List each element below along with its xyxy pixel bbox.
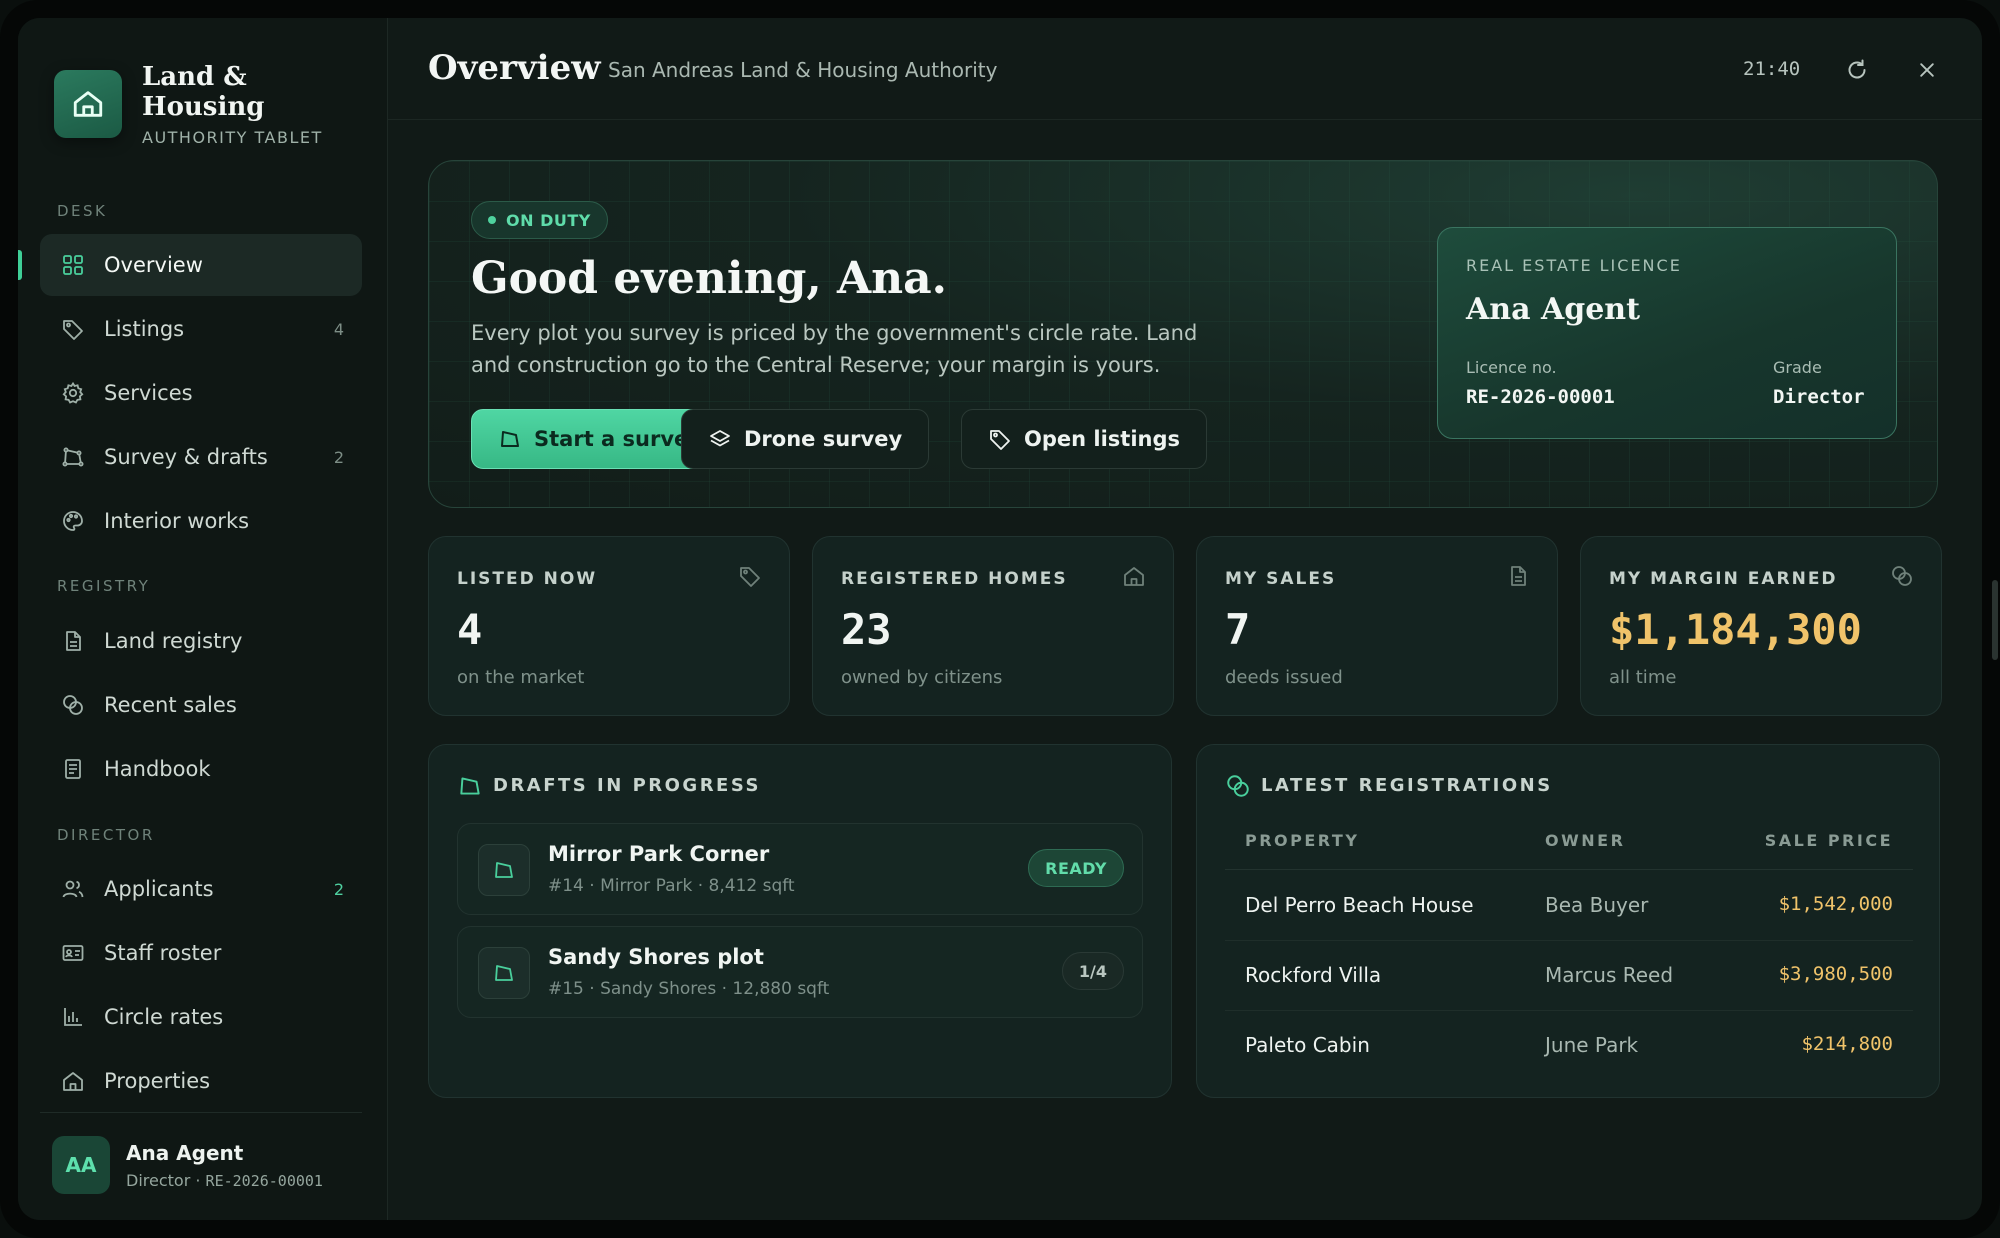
open-listings-label: Open listings xyxy=(1024,427,1181,451)
cell-price: $214,800 xyxy=(1801,1033,1893,1055)
licence-no-label: Licence no. xyxy=(1466,358,1557,377)
main-content: Overview San Andreas Land & Housing Auth… xyxy=(18,18,1982,1220)
column-header-property: PROPERTY xyxy=(1245,831,1360,850)
stat-label: REGISTERED HOMES xyxy=(841,569,1068,589)
stat-label: MY SALES xyxy=(1225,569,1337,589)
house-icon xyxy=(1119,561,1149,591)
draft-meta: #15 · Sandy Shores · 12,880 sqft xyxy=(548,979,830,999)
status-dot-icon xyxy=(488,216,496,224)
licence-label: REAL ESTATE LICENCE xyxy=(1466,256,1682,275)
draft-item[interactable]: Sandy Shores plot #15 · Sandy Shores · 1… xyxy=(457,926,1143,1018)
cell-property: Del Perro Beach House xyxy=(1245,893,1474,917)
survey-icon xyxy=(478,947,530,999)
survey-icon xyxy=(501,431,519,447)
status-badge: ON DUTY xyxy=(471,201,608,239)
stat-note: on the market xyxy=(457,667,585,688)
survey-icon xyxy=(460,777,480,795)
app-screen: Land & Housing AUTHORITY TABLET DESK Ove… xyxy=(18,18,1982,1220)
column-header-sale-price: SALE PRICE xyxy=(1764,831,1893,850)
grade-value: Director xyxy=(1773,386,1865,408)
tablet-edge-handle xyxy=(1992,580,1998,660)
stat-value: 23 xyxy=(841,605,892,654)
cell-property: Paleto Cabin xyxy=(1245,1033,1370,1057)
stat-note: owned by citizens xyxy=(841,667,1003,688)
stat-value: 7 xyxy=(1225,605,1251,654)
stat-value: 4 xyxy=(457,605,483,654)
drafts-title: DRAFTS IN PROGRESS xyxy=(493,775,761,796)
column-header-owner: OWNER xyxy=(1545,831,1626,850)
page-title: Overview xyxy=(428,48,601,88)
table-row[interactable]: Paleto Cabin June Park $214,800 xyxy=(1225,1011,1913,1081)
start-survey-label: Start a survey xyxy=(534,427,702,451)
licence-card: REAL ESTATE LICENCE Ana Agent Licence no… xyxy=(1437,227,1897,439)
status-label: ON DUTY xyxy=(506,210,591,230)
greeting: Good evening, Ana. xyxy=(471,253,947,304)
document-icon xyxy=(1503,561,1533,591)
draft-meta: #14 · Mirror Park · 8,412 sqft xyxy=(548,876,795,896)
draft-item[interactable]: Mirror Park Corner #14 · Mirror Park · 8… xyxy=(457,823,1143,915)
refresh-icon xyxy=(1848,59,1866,79)
drafts-panel: DRAFTS IN PROGRESS Mirror Park Corner #1… xyxy=(428,744,1172,1098)
drone-survey-button[interactable]: Drone survey xyxy=(681,409,930,469)
registrations-title: LATEST REGISTRATIONS xyxy=(1261,775,1553,796)
cell-price: $3,980,500 xyxy=(1778,963,1893,985)
table-row[interactable]: Rockford Villa Marcus Reed $3,980,500 xyxy=(1225,941,1913,1011)
cell-owner: June Park xyxy=(1545,1033,1639,1057)
licence-holder-name: Ana Agent xyxy=(1466,292,1640,327)
refresh-button[interactable] xyxy=(1841,54,1873,86)
page-subtitle: San Andreas Land & Housing Authority xyxy=(608,58,998,82)
cell-owner: Bea Buyer xyxy=(1545,893,1649,917)
layers-icon xyxy=(710,430,730,447)
stat-label: MY MARGIN EARNED xyxy=(1609,569,1838,589)
tag-icon xyxy=(990,430,1010,450)
clock: 21:40 xyxy=(1743,58,1801,80)
draft-name: Mirror Park Corner xyxy=(548,842,770,866)
drone-survey-label: Drone survey xyxy=(744,427,903,451)
divider xyxy=(1225,869,1913,870)
survey-icon xyxy=(478,844,530,896)
stat-value: $1,184,300 xyxy=(1609,605,1862,654)
stat-note: all time xyxy=(1609,667,1677,688)
close-icon xyxy=(1920,63,1934,77)
coins-icon xyxy=(1227,775,1249,797)
hero-banner: ON DUTY Good evening, Ana. Every plot yo… xyxy=(428,160,1938,508)
cell-property: Rockford Villa xyxy=(1245,963,1382,987)
tag-icon xyxy=(735,561,765,591)
coins-icon xyxy=(1887,561,1917,591)
cell-owner: Marcus Reed xyxy=(1545,963,1674,987)
stat-card-listed-now: LISTED NOW 4 on the market xyxy=(428,536,790,716)
stat-card-my-sales: MY SALES 7 deeds issued xyxy=(1196,536,1558,716)
draft-status-badge: READY xyxy=(1028,849,1124,887)
draft-progress-badge: 1/4 xyxy=(1061,952,1124,990)
hero-description: Every plot you survey is priced by the g… xyxy=(471,321,1198,377)
cell-price: $1,542,000 xyxy=(1778,893,1893,915)
grade-label: Grade xyxy=(1773,358,1822,377)
stat-note: deeds issued xyxy=(1225,667,1343,688)
close-button[interactable] xyxy=(1911,54,1943,86)
open-listings-button[interactable]: Open listings xyxy=(961,409,1208,469)
stat-label: LISTED NOW xyxy=(457,569,598,589)
draft-name: Sandy Shores plot xyxy=(548,945,764,969)
stat-card-my-margin-earned: MY MARGIN EARNED $1,184,300 all time xyxy=(1580,536,1942,716)
licence-no-value: RE-2026-00001 xyxy=(1466,386,1615,408)
tablet-frame: Land & Housing AUTHORITY TABLET DESK Ove… xyxy=(0,0,2000,1238)
stat-card-registered-homes: REGISTERED HOMES 23 owned by citizens xyxy=(812,536,1174,716)
registrations-panel: LATEST REGISTRATIONS PROPERTY OWNER SALE… xyxy=(1196,744,1940,1098)
table-row[interactable]: Del Perro Beach House Bea Buyer $1,542,0… xyxy=(1225,871,1913,941)
